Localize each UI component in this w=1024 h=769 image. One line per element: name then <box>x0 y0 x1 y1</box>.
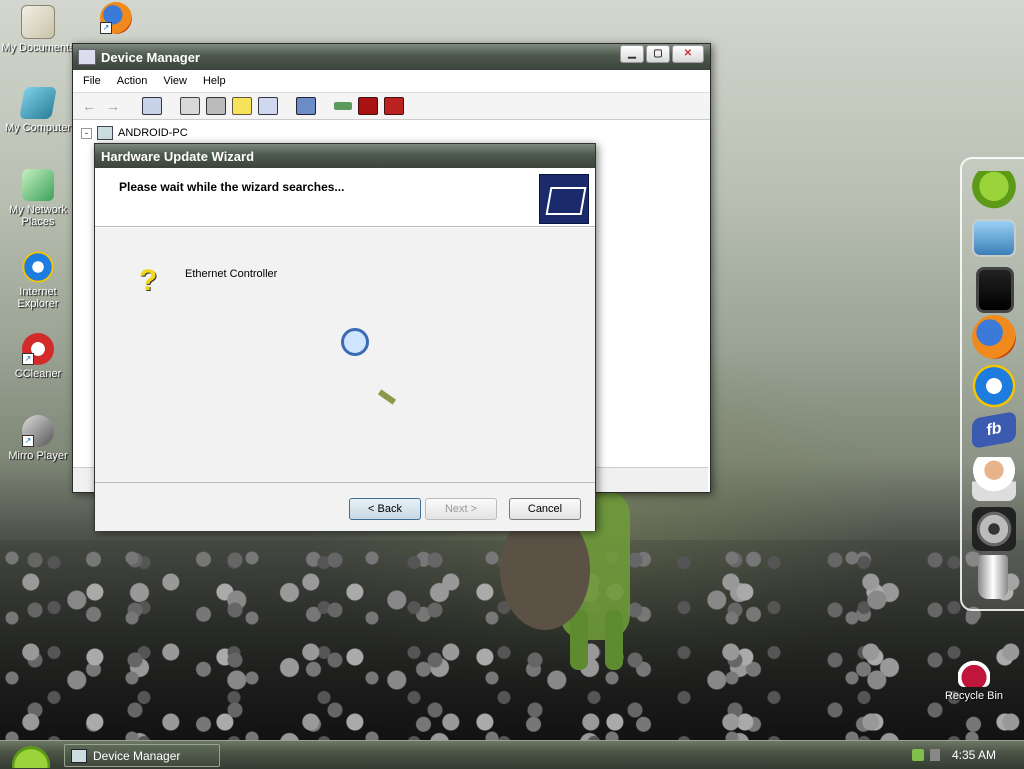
wizard-titlebar[interactable]: Hardware Update Wizard <box>95 144 595 168</box>
shortcut-arrow-icon: ↗ <box>22 353 34 365</box>
scan-hardware-icon[interactable] <box>296 97 316 115</box>
desktop-icon-recycle-bin[interactable]: Recycle Bin <box>936 655 1012 702</box>
computer-icon <box>97 126 113 140</box>
wizard-title: Hardware Update Wizard <box>101 148 255 164</box>
device-manager-task-icon <box>71 748 87 763</box>
shortcut-arrow-icon: ↗ <box>100 22 112 34</box>
show-hide-tree-icon[interactable] <box>142 97 162 115</box>
desktop-icon-internet-explorer[interactable]: Internet Explorer <box>0 251 76 310</box>
desktop-icon-ccleaner[interactable]: ↗ CCleaner <box>0 333 76 380</box>
tablet-icon[interactable] <box>976 267 1014 313</box>
android-icon[interactable] <box>972 171 1016 215</box>
desktop-icon-network-places[interactable]: My Network Places <box>0 169 76 228</box>
unknown-device-icon: ? <box>139 264 158 297</box>
desktop-icon-label: My Documents <box>1 42 75 54</box>
recycle-bin-icon <box>958 655 990 687</box>
monitor-icon[interactable] <box>972 219 1016 257</box>
desktop-icon-label: My Computer <box>4 122 72 134</box>
taskbar-device-manager[interactable]: Device Manager <box>64 744 220 767</box>
back-button[interactable]: < Back <box>349 498 421 520</box>
uninstall-icon[interactable] <box>358 97 378 115</box>
facebook-icon[interactable]: fb <box>972 411 1016 449</box>
menu-view[interactable]: View <box>157 75 193 87</box>
help-icon[interactable] <box>232 97 252 115</box>
search-magnifier-icon <box>341 328 369 356</box>
next-button[interactable]: Next > <box>425 498 497 520</box>
my-computer-icon <box>19 87 57 119</box>
window-title: Device Manager <box>101 49 200 65</box>
desktop-icon-label: Internet Explorer <box>17 286 59 310</box>
maximize-icon[interactable]: ▢ <box>646 45 670 63</box>
ccleaner-icon: ↗ <box>22 333 54 365</box>
toolbar: ← → <box>73 93 710 120</box>
desktop-icon-firefox[interactable]: ↗ <box>80 2 152 37</box>
my-documents-icon <box>21 5 55 39</box>
properties-icon[interactable] <box>180 97 200 115</box>
menu-action[interactable]: Action <box>111 75 154 87</box>
wizard-heading: Please wait while the wizard searches... <box>119 180 345 194</box>
tree-root[interactable]: - ANDROID-PC <box>81 126 188 140</box>
android-start-icon <box>12 746 50 768</box>
firefox-icon: ↗ <box>100 2 132 34</box>
wizard-body: ? Ethernet Controller <box>95 228 595 482</box>
start-button[interactable] <box>4 742 58 769</box>
close-icon[interactable]: ✕ <box>672 45 704 63</box>
back-arrow-icon[interactable]: ← <box>82 98 100 114</box>
clock[interactable]: 4:35 AM <box>952 748 996 762</box>
wizard-footer: < Back Next > Cancel <box>95 482 595 531</box>
device-tray-icon[interactable] <box>930 749 940 761</box>
cancel-button[interactable]: Cancel <box>509 498 581 520</box>
desktop-icon-my-computer[interactable]: My Computer <box>0 87 76 134</box>
desktop-icon-my-documents[interactable]: My Documents <box>0 5 76 54</box>
device-manager-titlebar[interactable]: Device Manager ▁ ▢ ✕ <box>73 44 710 70</box>
print-icon[interactable] <box>206 97 226 115</box>
device-name-label: Ethernet Controller <box>185 268 278 280</box>
window-controls: ▁ ▢ ✕ <box>620 45 704 63</box>
desktop-icon-label: My Network Places <box>8 204 68 228</box>
trash-icon[interactable] <box>978 555 1008 599</box>
update-driver-icon[interactable] <box>334 102 352 110</box>
taskbar-task-label: Device Manager <box>93 748 181 763</box>
menu-file[interactable]: File <box>77 75 107 87</box>
system-tray: 4:35 AM <box>912 741 1024 769</box>
view-icon[interactable] <box>258 97 278 115</box>
wizard-header: Please wait while the wizard searches... <box>95 168 595 227</box>
minimize-icon[interactable]: ▁ <box>620 45 644 63</box>
hardware-banner-icon <box>539 174 589 224</box>
internet-explorer-icon[interactable] <box>972 364 1016 408</box>
firefox-icon[interactable] <box>972 315 1016 359</box>
hardware-update-wizard: Hardware Update Wizard Please wait while… <box>94 143 596 531</box>
forward-arrow-icon[interactable]: → <box>106 98 124 114</box>
recycle-bin-label: Recycle Bin <box>944 690 1004 702</box>
tree-root-label: ANDROID-PC <box>118 127 188 139</box>
network-tray-icon[interactable] <box>912 749 924 761</box>
desktop-icon-label: Mirro Player <box>8 450 68 462</box>
network-places-icon <box>22 169 54 201</box>
gear-icon[interactable] <box>972 507 1016 551</box>
tree-expander[interactable]: - <box>81 127 92 139</box>
user-support-icon[interactable] <box>972 457 1016 501</box>
disable-icon[interactable] <box>384 97 404 115</box>
mirro-player-icon: ↗ <box>22 415 54 447</box>
internet-explorer-icon <box>22 251 54 283</box>
menu-bar: File Action View Help <box>73 70 710 93</box>
menu-help[interactable]: Help <box>197 75 232 87</box>
taskbar: Device Manager 4:35 AM <box>0 740 1024 769</box>
side-dock: fb <box>960 157 1024 611</box>
desktop-icon-label: CCleaner <box>14 368 62 380</box>
desktop-icon-mirro-player[interactable]: ↗ Mirro Player <box>0 415 76 462</box>
search-progress-icon <box>377 389 397 405</box>
device-manager-icon <box>78 49 96 65</box>
shortcut-arrow-icon: ↗ <box>22 435 34 447</box>
